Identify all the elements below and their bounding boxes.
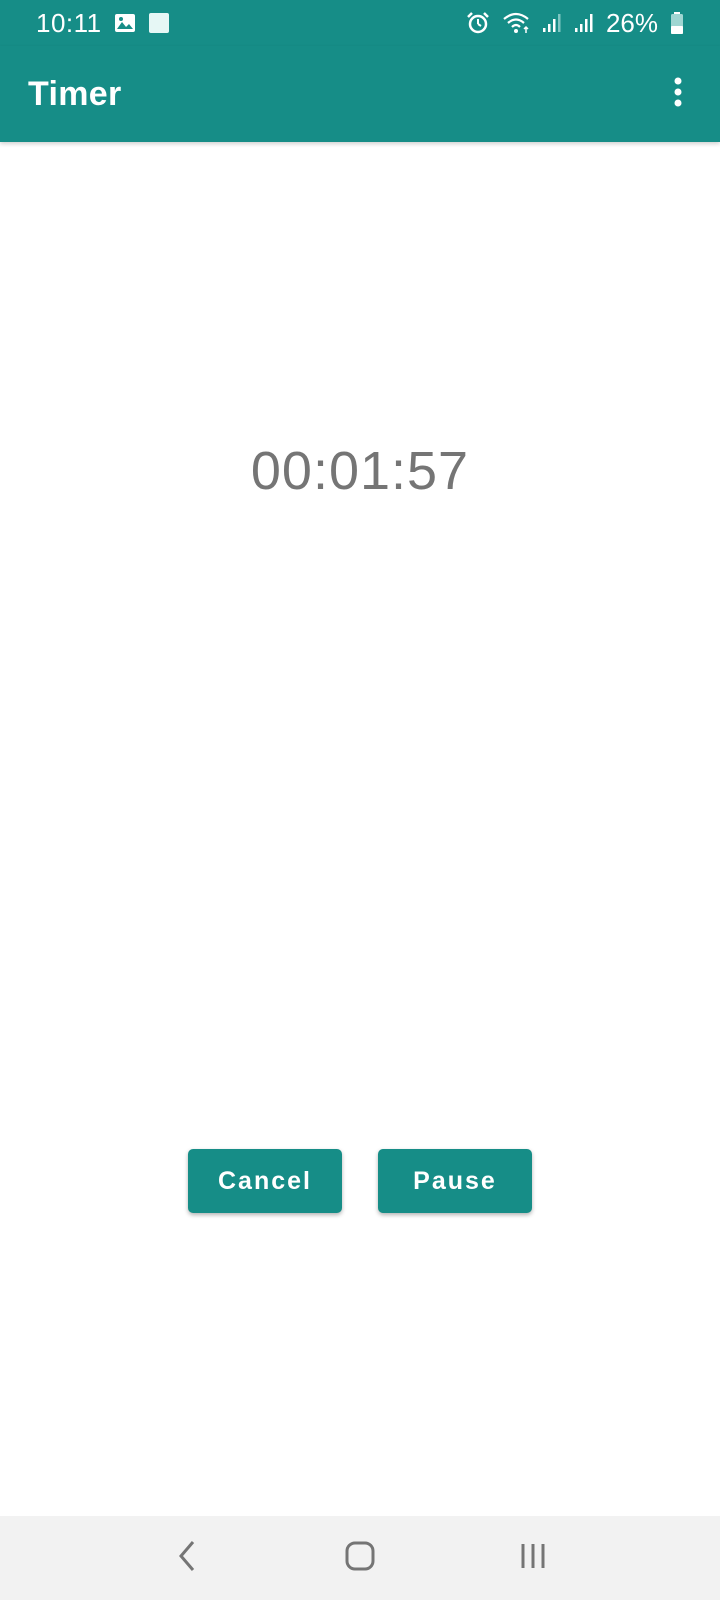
signal-icon [542, 12, 562, 34]
recents-icon [518, 1541, 548, 1576]
overflow-menu-button[interactable] [654, 70, 702, 118]
battery-percent: 26% [605, 7, 658, 38]
cancel-button[interactable]: Cancel [188, 1149, 342, 1213]
square-notification-icon [148, 12, 170, 34]
timer-display: 00:01:57 [250, 441, 470, 501]
pause-button[interactable]: Pause [378, 1149, 532, 1213]
status-left: 10:11 [36, 8, 170, 39]
page-title: Timer [28, 74, 122, 113]
back-icon [175, 1539, 199, 1578]
alarm-icon [466, 11, 490, 35]
system-nav-bar [0, 1516, 720, 1600]
action-buttons: Cancel Pause [0, 1149, 720, 1213]
app-bar: Timer [0, 46, 720, 142]
home-icon [344, 1540, 376, 1577]
wifi-icon [502, 11, 530, 35]
home-button[interactable] [320, 1528, 400, 1588]
status-time: 10:11 [36, 7, 102, 38]
more-vert-icon [673, 77, 683, 112]
status-bar: 10:11 26% [0, 0, 720, 46]
signal-icon [574, 12, 594, 34]
image-icon [114, 12, 136, 34]
battery-icon [670, 11, 684, 35]
recents-button[interactable] [493, 1528, 573, 1588]
status-right: 26% [466, 8, 684, 39]
back-button[interactable] [147, 1528, 227, 1588]
